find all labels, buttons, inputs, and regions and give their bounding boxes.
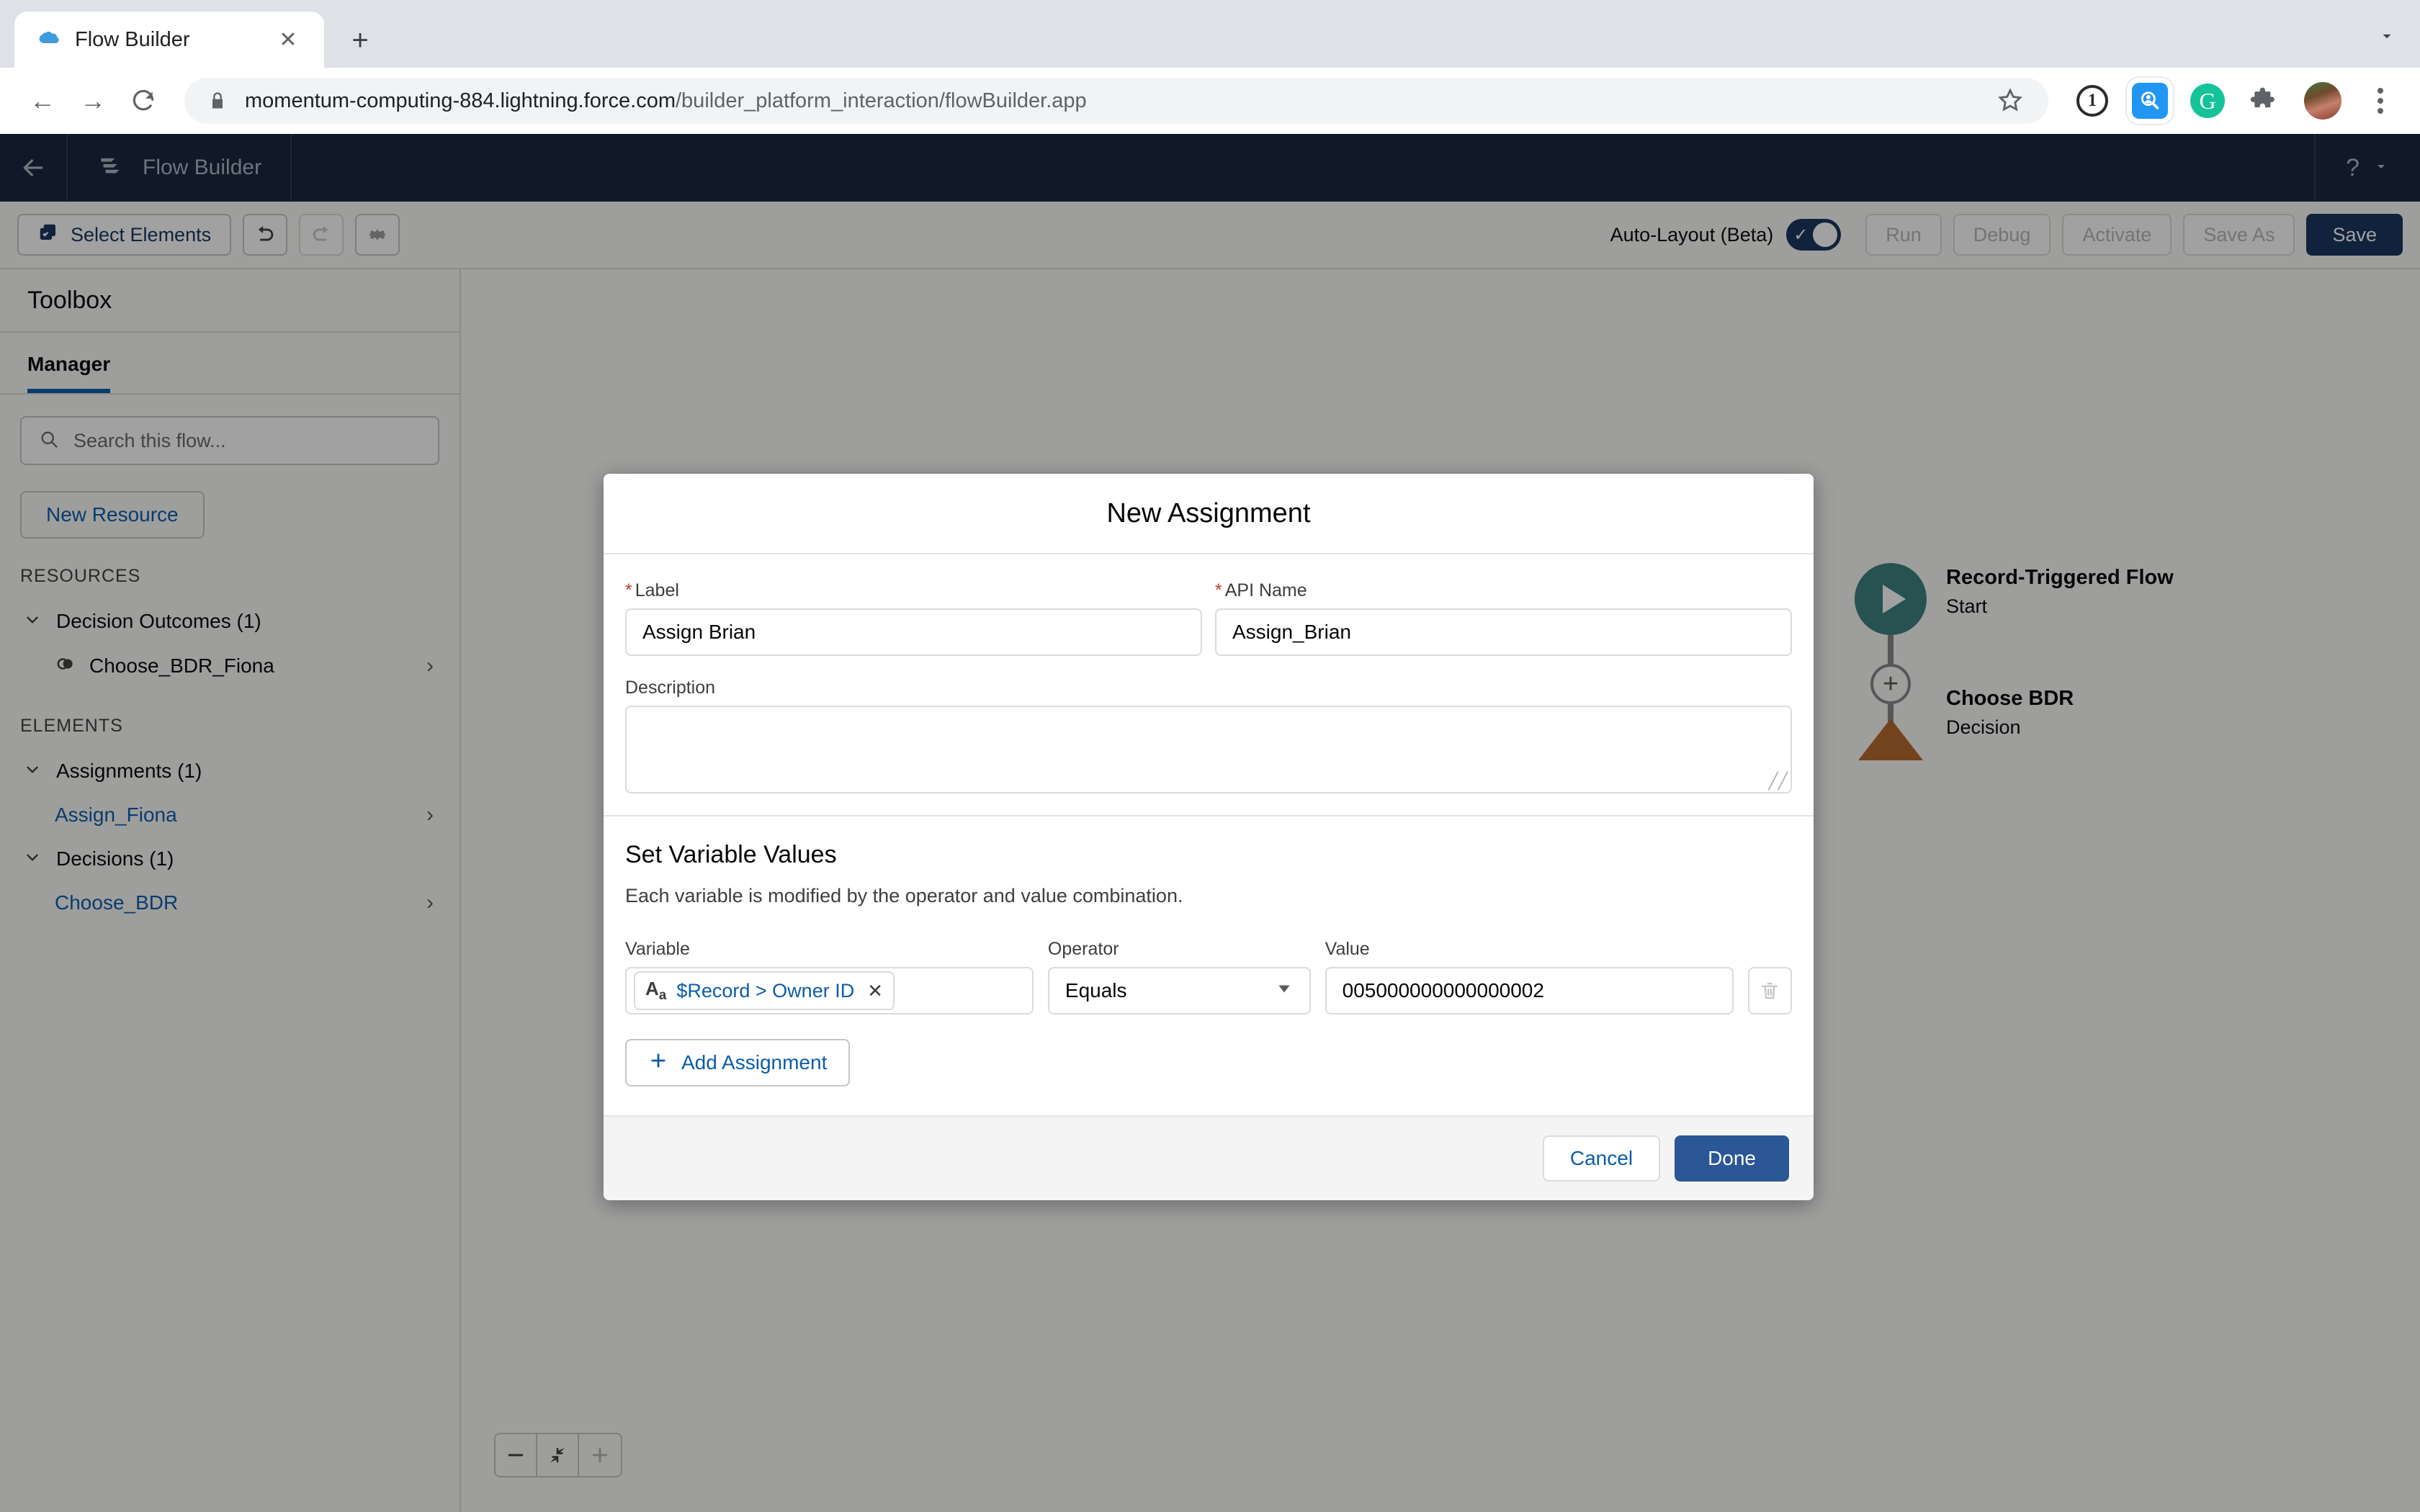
variable-input[interactable]: Aa $Record > Owner ID ✕ bbox=[625, 967, 1034, 1014]
text-type-icon: Aa bbox=[645, 977, 667, 1004]
variable-pill-text: $Record > Owner ID bbox=[676, 979, 855, 1002]
api-name-input[interactable]: Assign_Brian bbox=[1215, 608, 1792, 656]
label-text: Label bbox=[635, 580, 679, 600]
variable-pill[interactable]: Aa $Record > Owner ID ✕ bbox=[634, 971, 895, 1010]
user-avatar[interactable] bbox=[2303, 81, 2342, 120]
value-column-label: Value bbox=[1325, 939, 1370, 959]
new-assignment-modal: New Assignment * Label Assign Brian * API … bbox=[604, 474, 1814, 1200]
url-path: /builder_platform_interaction/flowBuilde… bbox=[676, 89, 1087, 112]
add-assignment-label: Add Assignment bbox=[681, 1051, 828, 1074]
operator-column-label: Operator bbox=[1047, 939, 1119, 959]
extension-icons: 1 G bbox=[2067, 81, 2400, 120]
set-variable-values-heading: Set Variable Values bbox=[625, 841, 837, 868]
browser-tab[interactable]: Flow Builder ✕ bbox=[14, 12, 324, 68]
new-tab-button[interactable]: + bbox=[339, 19, 382, 62]
required-asterisk: * bbox=[625, 580, 632, 600]
address-bar[interactable]: momentum-computing-884.lightning.force.c… bbox=[184, 78, 2048, 124]
label-api-row: * Label Assign Brian * API Name Assign_Bri… bbox=[625, 580, 1792, 678]
api-name-text: API Name bbox=[1224, 580, 1307, 600]
add-assignment-button[interactable]: Add Assignment bbox=[625, 1039, 851, 1086]
reload-icon[interactable] bbox=[121, 78, 166, 123]
resize-handle-icon[interactable]: ╱╱ bbox=[1769, 772, 1788, 791]
delete-assignment-button[interactable] bbox=[1747, 967, 1793, 1014]
modal-title: New Assignment bbox=[1106, 498, 1311, 528]
modal-footer: Cancel Done bbox=[604, 1115, 1814, 1200]
modal-body: * Label Assign Brian * API Name Assign_Bri… bbox=[604, 554, 1814, 1086]
cancel-button[interactable]: Cancel bbox=[1542, 1135, 1661, 1182]
section-divider bbox=[604, 815, 1814, 816]
label-field-label: * Label bbox=[625, 580, 1202, 601]
url-domain: momentum-computing-884.lightning.force.c… bbox=[245, 89, 676, 112]
chevron-down-icon bbox=[1275, 979, 1294, 1002]
arrow-right-icon[interactable]: → bbox=[71, 78, 115, 123]
lock-icon bbox=[207, 91, 228, 111]
grammarly-icon[interactable]: G bbox=[2188, 81, 2227, 120]
search-person-extension-icon[interactable] bbox=[2130, 81, 2169, 120]
description-textarea[interactable]: ╱╱ bbox=[625, 706, 1792, 793]
salesforce-cloud-icon bbox=[36, 27, 60, 52]
label-input[interactable]: Assign Brian bbox=[625, 608, 1202, 656]
browser-tab-title: Flow Builder bbox=[75, 27, 190, 51]
modal-close-button[interactable] bbox=[1779, 548, 1825, 594]
description-field-label: Description bbox=[625, 678, 716, 698]
address-bar-url: momentum-computing-884.lightning.force.c… bbox=[245, 89, 1087, 113]
done-button[interactable]: Done bbox=[1675, 1135, 1789, 1182]
modal-header: New Assignment bbox=[604, 474, 1814, 554]
description-field-group: Description ╱╱ bbox=[625, 678, 1792, 793]
variable-column-label: Variable bbox=[625, 939, 690, 959]
value-column: Value 005000000000000002 bbox=[1325, 939, 1734, 1014]
set-variable-values-description: Each variable is modified by the operato… bbox=[625, 885, 1183, 906]
flow-builder-app: Flow Builder ? Select Elements Auto-Layo… bbox=[0, 134, 2420, 1512]
arrow-left-icon[interactable]: ← bbox=[20, 78, 65, 123]
variable-column: Variable Aa $Record > Owner ID ✕ bbox=[625, 939, 1034, 1014]
label-field-group: * Label Assign Brian bbox=[625, 580, 1202, 656]
operator-selected-value: Equals bbox=[1065, 979, 1127, 1002]
browser-toolbar: ← → momentum-computing-884.lightning.for… bbox=[0, 68, 2420, 134]
onepassword-icon[interactable]: 1 bbox=[2073, 81, 2112, 120]
kebab-menu-icon[interactable] bbox=[2361, 81, 2400, 120]
browser-tabstrip: Flow Builder ✕ + bbox=[0, 0, 2420, 68]
browser-chrome: Flow Builder ✕ + ← → momentum-computing-… bbox=[0, 0, 2420, 134]
puzzle-extensions-icon[interactable] bbox=[2246, 81, 2285, 120]
close-icon[interactable]: ✕ bbox=[867, 980, 883, 1002]
required-asterisk: * bbox=[1215, 580, 1222, 600]
operator-column: Operator Equals bbox=[1047, 939, 1311, 1014]
value-input[interactable]: 005000000000000002 bbox=[1325, 967, 1734, 1014]
assignment-row: Variable Aa $Record > Owner ID ✕ Operato… bbox=[625, 939, 1793, 1014]
close-icon[interactable]: ✕ bbox=[274, 25, 302, 54]
api-name-field-label: * API Name bbox=[1215, 580, 1792, 601]
chevron-down-icon[interactable] bbox=[2371, 20, 2403, 52]
operator-select[interactable]: Equals bbox=[1047, 967, 1311, 1014]
plus-icon bbox=[648, 1050, 668, 1076]
tabstrip-right bbox=[2371, 20, 2403, 52]
api-name-field-group: * API Name Assign_Brian bbox=[1215, 580, 1792, 656]
star-icon[interactable] bbox=[1996, 86, 2025, 115]
